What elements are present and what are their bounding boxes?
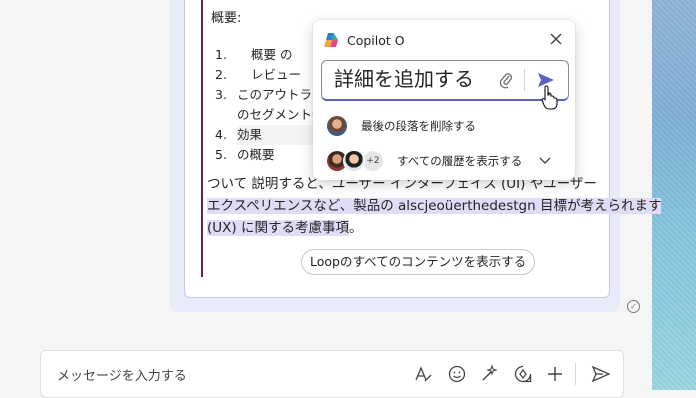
background-wallpaper [652,0,696,390]
suggestion-label: すべての履歴を表示する [397,154,523,168]
extra-count-badge: +2 [363,151,383,171]
list-number: 5. [215,147,227,162]
paragraph-end: 。 [348,220,363,236]
suggestion-show-history[interactable]: +2 すべての履歴を表示する [327,150,522,172]
list-text: の概要 [237,147,275,162]
copilot-popup: Copilot O 詳細を追加する 最後の段落を削除する +2 すべての履歴を表… [313,20,575,180]
chevron-down-icon[interactable] [539,154,551,166]
toolbar-divider [575,363,576,385]
suggestion-delete-last-paragraph[interactable]: 最後の段落を削除する [327,116,476,136]
attach-icon[interactable] [498,71,514,89]
avatar [343,150,365,172]
mouse-pointer-icon [541,85,558,110]
loop-icon[interactable] [513,364,533,384]
copilot-title: Copilot O [347,32,405,48]
list-number: 4. [215,127,227,142]
loop-accent-line [201,0,203,277]
copilot-input-value[interactable]: 詳細を追加する [334,66,474,92]
summary-label: 概要: [211,11,242,26]
close-icon[interactable] [547,30,565,48]
emoji-icon[interactable] [447,364,467,384]
suggestion-label: 最後の段落を削除する [361,119,476,133]
message-compose-box[interactable]: メッセージを入力する [40,350,624,398]
format-icon[interactable] [413,364,433,384]
paragraph-line-2: エクスペリエンスなど、製品の alscjeoüerthedestgn 目標が考え… [207,195,662,217]
copilot-compose-icon[interactable] [479,364,499,384]
highlighted-text: エクスペリエンスなど、製品の alscjeoüerthedestgn 目標が考え… [207,198,662,214]
input-divider [524,69,525,91]
list-number: 2. [215,67,227,82]
list-text: 効果 [237,125,323,145]
avatar [327,116,347,136]
plus-icon[interactable] [545,364,565,384]
send-icon[interactable] [591,364,611,384]
list-number [215,105,237,125]
list-number: 1. [215,47,227,62]
loop-paragraph: ついて 説明すると、ユーザー インターフェイス (UI) やユーザー エクスペリ… [207,173,662,239]
copilot-prompt-input[interactable]: 詳細を追加する [321,60,569,101]
list-text: 概要 の [251,47,293,62]
see-all-loop-content-button[interactable]: Loopのすべてのコンテンツを表示する [301,249,536,275]
read-receipt-icon: ✓ [627,300,640,313]
paragraph-line-3: (UX) に関する考慮事項。 [207,217,607,239]
compose-placeholder[interactable]: メッセージを入力する [57,365,187,384]
highlighted-text: (UX) に関する考慮事項 [207,220,349,236]
list-text: レビュー [251,67,302,82]
copilot-logo-icon [324,33,338,47]
list-number: 3. [215,87,227,102]
copilot-header: Copilot O [323,32,405,48]
